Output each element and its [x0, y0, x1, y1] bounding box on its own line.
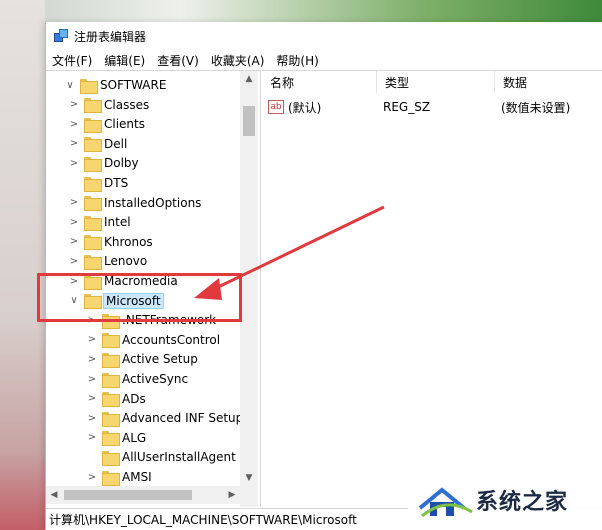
- annotation-arrow-line: [211, 205, 385, 292]
- watermark-text: 系统之家: [476, 490, 569, 515]
- watermark-logo-icon: [416, 478, 476, 522]
- annotation-arrow: [194, 205, 385, 300]
- watermark: 系统之家: [408, 470, 602, 530]
- annotation-arrowhead: [194, 278, 222, 300]
